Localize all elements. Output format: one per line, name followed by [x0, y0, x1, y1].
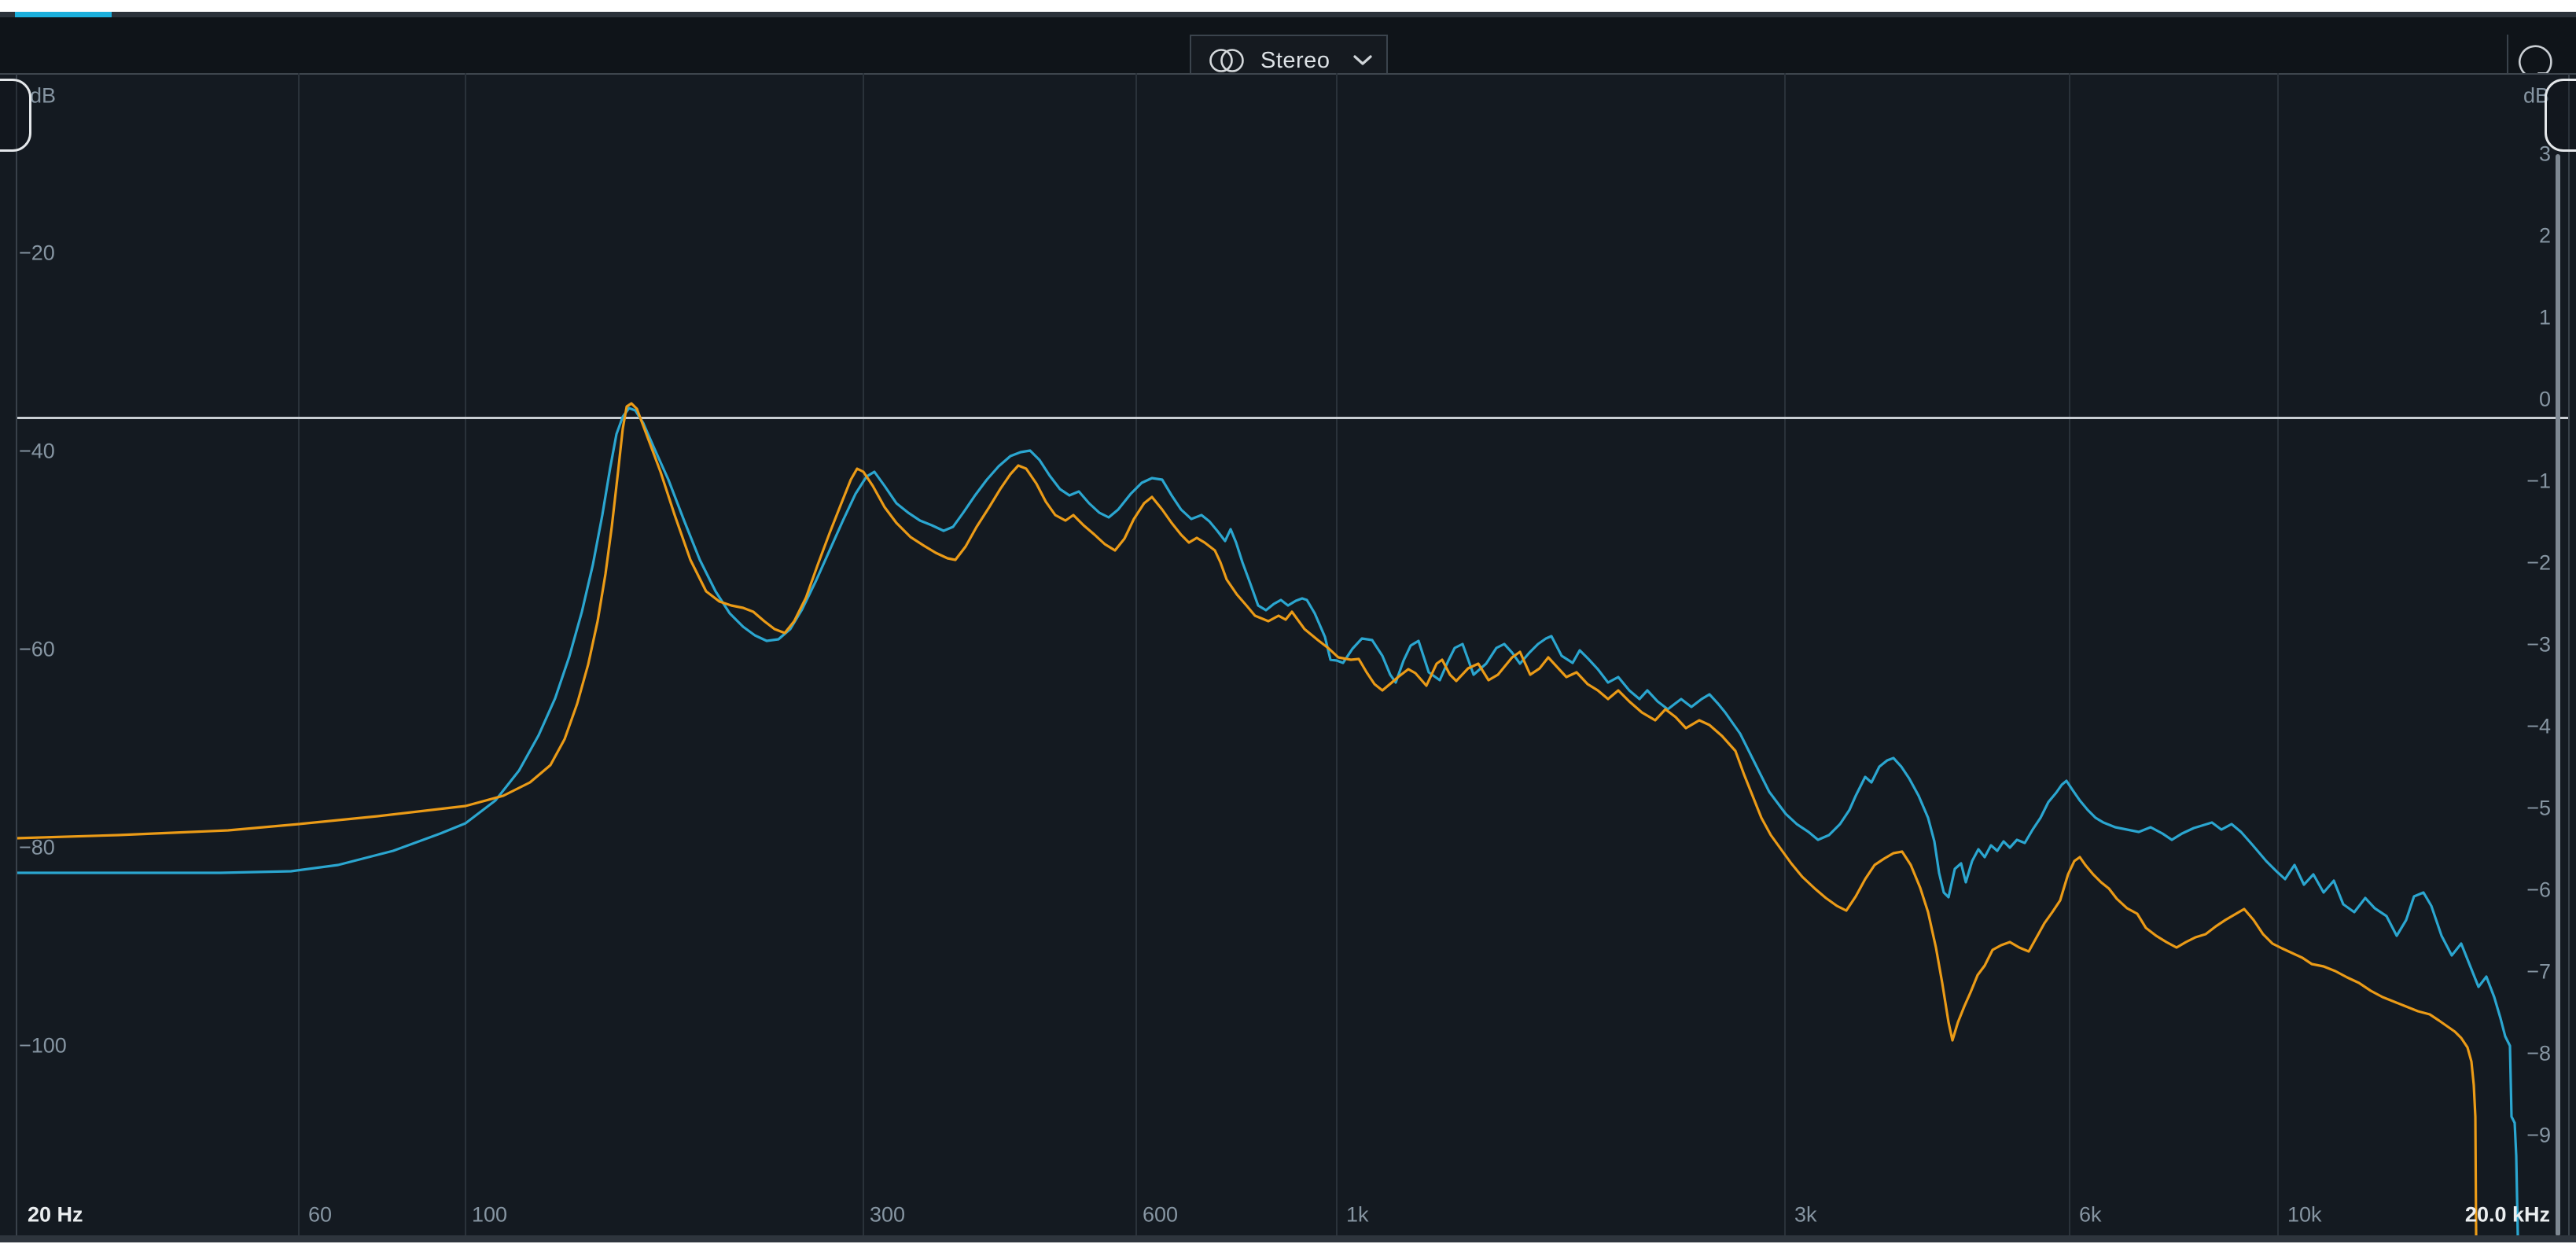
- left-scale-tick-label: −100: [19, 1036, 67, 1057]
- top-accent-strip: [0, 12, 2576, 17]
- right-scale-tick-label: −8: [2526, 1043, 2551, 1065]
- left-db-unit-label: dB: [30, 86, 56, 107]
- right-scale-tick-label: 3: [2539, 144, 2551, 165]
- plot-border-right: [2568, 73, 2570, 1236]
- plot-border-top: [0, 73, 2576, 75]
- right-scale-tick-label: −3: [2526, 635, 2551, 656]
- frequency-tick-label: 20 Hz: [28, 1205, 83, 1226]
- right-scale-tick-label: 0: [2539, 389, 2551, 410]
- right-scale-tick-label: −7: [2526, 962, 2551, 983]
- frequency-gridline: [863, 73, 864, 1236]
- gain-scale-scrollbar[interactable]: [2556, 154, 2560, 1236]
- frequency-tick-label: 60: [308, 1205, 332, 1226]
- right-scale-tick-label: −1: [2526, 471, 2551, 492]
- frequency-tick-label: 3k: [1794, 1205, 1817, 1226]
- frequency-tick-label: 600: [1143, 1205, 1178, 1226]
- zero-db-line: [16, 417, 2570, 419]
- right-scale-tick-label: 1: [2539, 307, 2551, 329]
- left-scale-tick-label: −80: [19, 837, 55, 859]
- frequency-gridline: [1336, 73, 1338, 1236]
- frequency-tick-label: 1k: [1346, 1205, 1369, 1226]
- toolbar: Stereo: [0, 17, 2576, 75]
- left-scale-tick-label: −20: [19, 243, 55, 264]
- right-scale-tick-label: −5: [2526, 798, 2551, 819]
- chevron-down-icon: [1353, 55, 1372, 66]
- stereo-channels-icon: [1209, 47, 1249, 74]
- frequency-gridline: [1784, 73, 1786, 1236]
- frequency-tick-label: 20.0 kHz: [2465, 1205, 2550, 1226]
- spectrum-plot-area[interactable]: [0, 73, 2576, 1236]
- right-scale-tick-label: −4: [2526, 716, 2551, 738]
- frequency-gridline: [2069, 73, 2070, 1236]
- frequency-gridline: [298, 73, 300, 1236]
- left-scale-handle[interactable]: [0, 79, 31, 152]
- plot-border-left: [16, 73, 17, 1236]
- right-scale-handle[interactable]: [2545, 79, 2576, 152]
- left-scale-tick-label: −60: [19, 639, 55, 661]
- frequency-tick-label: 300: [870, 1205, 905, 1226]
- right-scale-tick-label: 2: [2539, 226, 2551, 247]
- top-accent-highlight: [15, 12, 112, 17]
- frequency-gridline: [1135, 73, 1137, 1236]
- frequency-tick-label: 10k: [2287, 1205, 2322, 1226]
- right-scale-tick-label: −9: [2526, 1125, 2551, 1146]
- frequency-gridline: [2277, 73, 2279, 1236]
- analyzer-window: Stereo dB−20−40−60−80−100dB3210−1−2−3−4−…: [0, 0, 2576, 1255]
- left-scale-tick-label: −40: [19, 441, 55, 462]
- frequency-tick-label: 6k: [2079, 1205, 2102, 1226]
- bottom-edge-strip: [0, 1235, 2576, 1242]
- frequency-tick-label: 100: [472, 1205, 507, 1226]
- right-scale-tick-label: −6: [2526, 880, 2551, 901]
- frequency-gridline: [465, 73, 466, 1236]
- right-scale-tick-label: −2: [2526, 553, 2551, 574]
- channel-selector-label: Stereo: [1260, 48, 1330, 74]
